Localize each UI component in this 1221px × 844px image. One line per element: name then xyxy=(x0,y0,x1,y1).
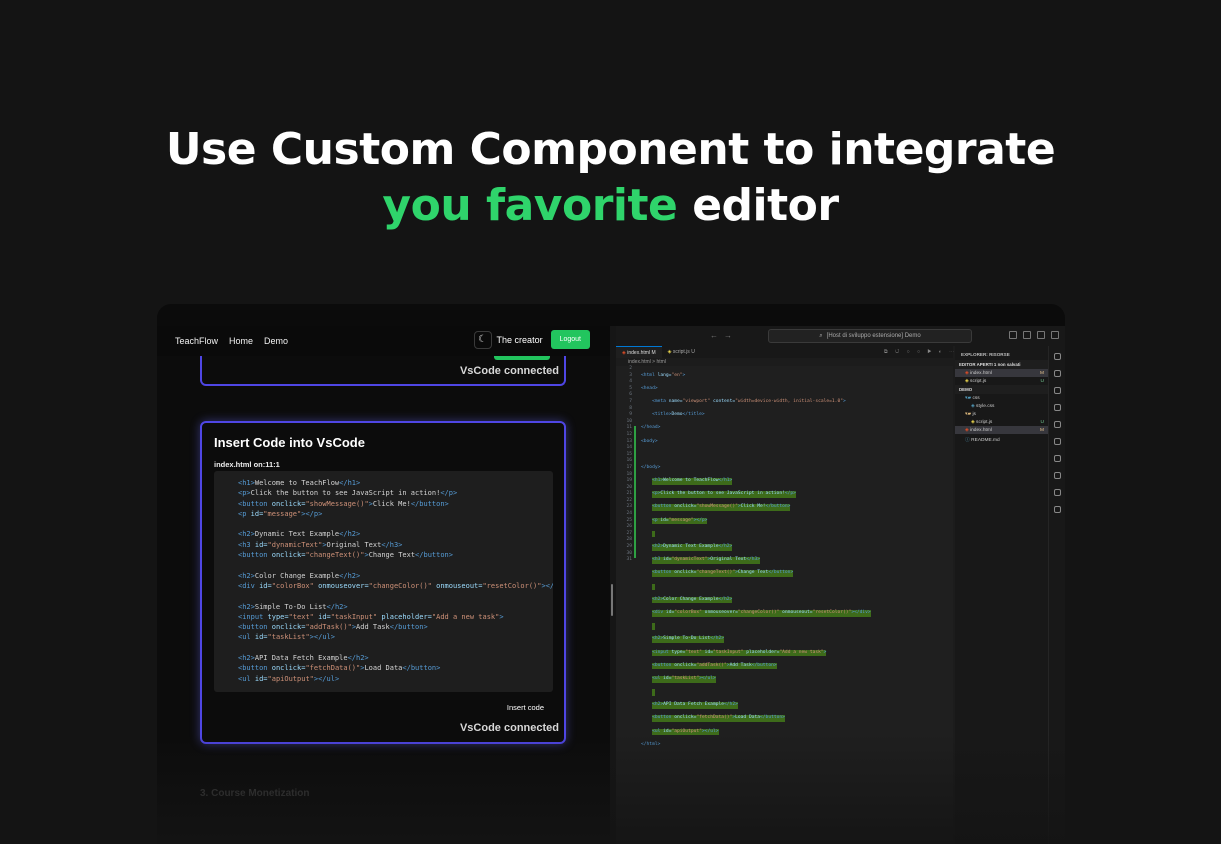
line-numbers: 2 3 4 5 6 7 8 9 10 11 12 13 14 15 16 17 18 19 20 21 22 23 24 25… xyxy=(626,366,632,563)
run-debug-icon[interactable] xyxy=(1053,404,1061,411)
remote-icon[interactable] xyxy=(1053,438,1061,445)
search-icon[interactable] xyxy=(1053,370,1061,377)
vscode-window: ←→ ⌕ [Host di sviluppo estensione] Demo ◈… xyxy=(616,326,1065,844)
file-item[interactable]: ◈ script.js U xyxy=(955,418,1048,426)
file-label: js xyxy=(972,412,976,417)
js-file-icon: ◈ xyxy=(965,379,969,384)
testing-icon[interactable] xyxy=(1053,472,1061,479)
demo-folder-header[interactable]: DEMO xyxy=(955,385,1048,394)
layout-sidebar-icon[interactable] xyxy=(1009,331,1017,339)
js-file-icon: ◈ xyxy=(971,420,975,425)
folder-icon: ▾▰ xyxy=(965,412,972,417)
modified-lines-marker xyxy=(634,426,636,558)
folder-item[interactable]: ▾▰ js xyxy=(955,410,1048,418)
layout-panel-icon[interactable] xyxy=(1023,331,1031,339)
file-badge: U xyxy=(1040,420,1044,425)
file-item[interactable]: ⓘ README.md xyxy=(955,434,1048,443)
files-icon[interactable] xyxy=(1053,353,1061,360)
insert-code-button[interactable]: Insert code xyxy=(507,703,544,712)
editor-actions[interactable]: ⧉ ↺ ○ ○ ▶ ◐ ⋯ xyxy=(884,349,957,355)
logout-button[interactable]: Logout xyxy=(550,330,590,349)
css-file-icon: ◈ xyxy=(971,404,975,409)
html-file-icon: ◈ xyxy=(965,428,969,433)
html-file-icon: ◈ xyxy=(965,371,969,376)
nav-creator[interactable]: The creator xyxy=(497,335,543,345)
file-label: script.js xyxy=(976,420,993,425)
moon-icon[interactable]: ☾ xyxy=(473,330,492,349)
tab-script-js[interactable]: ◈ script.js U xyxy=(662,346,701,358)
vscode-titlebar: ←→ ⌕ [Host di sviluppo estensione] Demo xyxy=(616,326,1065,346)
source-control-icon[interactable] xyxy=(1053,387,1061,394)
file-item[interactable]: ◈ index.html M xyxy=(955,426,1048,434)
git-icon[interactable] xyxy=(1053,489,1061,496)
tab-index-html[interactable]: ◈ index.html M xyxy=(616,346,662,358)
nav-arrows[interactable]: ←→ xyxy=(710,331,738,340)
file-label: script.js xyxy=(970,379,987,384)
command-center[interactable]: ⌕ [Host di sviluppo estensione] Demo xyxy=(768,329,972,343)
open-editor-item[interactable]: ◈ index.html M xyxy=(955,369,1048,377)
file-item[interactable]: ◈ style.css xyxy=(955,402,1048,410)
nav-brand[interactable]: TeachFlow xyxy=(175,336,218,346)
shield-icon[interactable] xyxy=(1053,455,1061,462)
file-badge: M xyxy=(1040,371,1044,376)
file-badge: M xyxy=(1040,428,1044,433)
connection-status: VsCode connected xyxy=(459,722,559,734)
file-label: index.html xyxy=(970,428,992,433)
layout-secondary-icon[interactable] xyxy=(1037,331,1045,339)
card-title: Insert Code into VsCode xyxy=(214,435,365,450)
insert-code-card: Insert Code into VsCode index.html on:11… xyxy=(200,421,566,744)
nav-demo[interactable]: Demo xyxy=(264,336,288,346)
file-label: style.css xyxy=(976,404,995,409)
breadcrumb[interactable]: index.html > html xyxy=(628,359,666,365)
extensions-icon[interactable] xyxy=(1053,421,1061,428)
activity-bar xyxy=(1048,346,1065,844)
tab-badge: U xyxy=(691,349,695,355)
top-nav: TeachFlow Home Demo ☾ The creator Logout xyxy=(157,326,610,356)
split-drag-handle[interactable] xyxy=(611,584,613,616)
explorer-title: EXPLORER: RISORSE xyxy=(961,352,1010,357)
file-badge: U xyxy=(1040,379,1044,384)
layout-controls xyxy=(1003,331,1059,339)
open-editors-label: EDITOR APERTI xyxy=(959,362,993,367)
nav-home[interactable]: Home xyxy=(229,336,253,346)
command-center-label: [Host di sviluppo estensione] Demo xyxy=(826,333,921,339)
hero-tail: editor xyxy=(692,180,839,231)
hero-line-1: Use Custom Component to integrate xyxy=(165,124,1056,175)
hero-accent: you favorite xyxy=(382,180,678,231)
tab-label: script.js xyxy=(672,349,690,355)
code-editor[interactable]: 2 3 4 5 6 7 8 9 10 11 12 13 14 15 16 17 18 19 20 21 22 23 24 25… xyxy=(616,366,953,844)
tab-badge: M xyxy=(651,350,656,356)
layout-customize-icon[interactable] xyxy=(1051,331,1059,339)
tab-label: index.html xyxy=(627,350,651,356)
editor-lines: <html lang="en"> <head> <meta name="view… xyxy=(641,372,871,747)
info-icon: ⓘ xyxy=(965,438,970,443)
file-location: index.html on:11:1 xyxy=(214,460,280,469)
file-label: README.md xyxy=(971,438,1000,443)
open-editor-item[interactable]: ◈ script.js U xyxy=(955,377,1048,385)
folder-icon: ▾▰ xyxy=(965,396,972,401)
folder-item[interactable]: ▾▰ css xyxy=(955,394,1048,402)
hero-heading: Use Custom Component to integrate you fa… xyxy=(0,122,1221,234)
open-editors-header[interactable]: EDITOR APERTI 1 non salvati xyxy=(955,360,1048,369)
hero-line-2: you favorite editor xyxy=(0,178,1221,234)
chat-icon[interactable] xyxy=(1053,506,1061,513)
unsaved-badge: 1 non salvati xyxy=(993,362,1021,367)
html-file-icon: ◈ xyxy=(622,350,626,356)
js-file-icon: ◈ xyxy=(667,349,672,355)
nav-actions: ☾ The creator Logout xyxy=(473,330,590,349)
code-preview: <h1>Welcome to TeachFlow</h1> <p>Click t… xyxy=(214,471,553,692)
screenshot-frame: VsCode connected TeachFlow Home Demo ☾ T… xyxy=(157,304,1065,844)
file-label: css xyxy=(972,396,980,401)
search-icon: ⌕ xyxy=(819,332,823,339)
file-label: index.html xyxy=(970,371,992,376)
explorer-sidebar: EXPLORER: RISORSE EDITOR APERTI 1 non sa… xyxy=(955,346,1048,844)
teachflow-app: VsCode connected TeachFlow Home Demo ☾ T… xyxy=(157,326,610,844)
previous-connection-status: VsCode connected xyxy=(459,365,559,377)
section-heading: 3. Course Monetization xyxy=(200,788,310,799)
